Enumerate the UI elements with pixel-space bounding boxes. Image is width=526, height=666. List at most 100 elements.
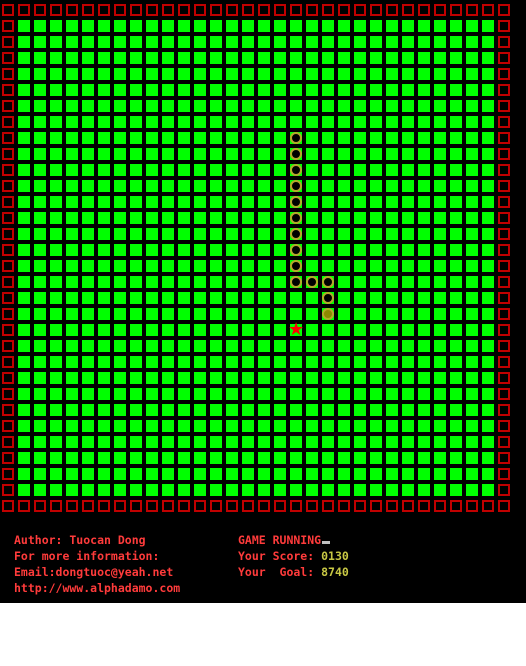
- floor-cell: [162, 356, 174, 368]
- floor-cell: [418, 52, 430, 64]
- wall-cell: [386, 4, 398, 16]
- floor-cell: [370, 436, 382, 448]
- floor-cell: [114, 20, 126, 32]
- floor-cell: [242, 228, 254, 240]
- floor-cell: [66, 148, 78, 160]
- floor-cell: [322, 356, 334, 368]
- floor-cell: [434, 196, 446, 208]
- floor-cell: [466, 276, 478, 288]
- floor-cell: [354, 196, 366, 208]
- floor-cell: [178, 436, 190, 448]
- website-link: http://www.alphadamo.com: [14, 581, 181, 595]
- floor-cell: [18, 52, 30, 64]
- floor-cell: [418, 132, 430, 144]
- snake-body-segment: [290, 180, 302, 192]
- floor-cell: [450, 292, 462, 304]
- floor-cell: [82, 484, 94, 496]
- floor-cell: [194, 116, 206, 128]
- floor-cell: [82, 132, 94, 144]
- floor-cell: [98, 436, 110, 448]
- floor-cell: [114, 484, 126, 496]
- floor-cell: [146, 324, 158, 336]
- floor-cell: [194, 148, 206, 160]
- floor-cell: [450, 388, 462, 400]
- floor-cell: [322, 484, 334, 496]
- floor-cell: [322, 212, 334, 224]
- floor-cell: [338, 292, 350, 304]
- wall-cell: [146, 500, 158, 512]
- floor-cell: [50, 196, 62, 208]
- wall-cell: [226, 500, 238, 512]
- wall-cell: [2, 276, 14, 288]
- floor-cell: [98, 244, 110, 256]
- floor-cell: [386, 100, 398, 112]
- floor-cell: [322, 404, 334, 416]
- floor-cell: [178, 468, 190, 480]
- floor-cell: [338, 100, 350, 112]
- floor-cell: [402, 372, 414, 384]
- floor-cell: [114, 132, 126, 144]
- floor-cell: [50, 228, 62, 240]
- floor-cell: [66, 308, 78, 320]
- floor-cell: [274, 404, 286, 416]
- floor-cell: [226, 404, 238, 416]
- floor-cell: [194, 180, 206, 192]
- floor-cell: [386, 132, 398, 144]
- floor-cell: [418, 180, 430, 192]
- floor-cell: [130, 404, 142, 416]
- snake-body-segment: [290, 260, 302, 272]
- floor-cell: [322, 84, 334, 96]
- floor-cell: [146, 372, 158, 384]
- floor-cell: [482, 68, 494, 80]
- floor-cell: [434, 132, 446, 144]
- floor-cell: [274, 36, 286, 48]
- floor-cell: [162, 308, 174, 320]
- wall-cell: [2, 388, 14, 400]
- floor-cell: [242, 132, 254, 144]
- email-text: Email:dongtuoc@yeah.net: [14, 565, 174, 579]
- floor-cell: [82, 404, 94, 416]
- floor-cell: [82, 148, 94, 160]
- floor-cell: [274, 356, 286, 368]
- floor-cell: [210, 132, 222, 144]
- floor-cell: [434, 180, 446, 192]
- floor-cell: [146, 164, 158, 176]
- floor-cell: [402, 212, 414, 224]
- floor-cell: [258, 484, 270, 496]
- floor-cell: [18, 260, 30, 272]
- floor-cell: [210, 196, 222, 208]
- floor-cell: [306, 116, 318, 128]
- floor-cell: [274, 196, 286, 208]
- floor-cell: [418, 388, 430, 400]
- floor-cell: [242, 196, 254, 208]
- floor-cell: [178, 148, 190, 160]
- floor-cell: [418, 436, 430, 448]
- floor-cell: [162, 436, 174, 448]
- floor-cell: [402, 292, 414, 304]
- floor-cell: [450, 324, 462, 336]
- floor-cell: [130, 372, 142, 384]
- floor-cell: [242, 260, 254, 272]
- floor-cell: [242, 148, 254, 160]
- floor-cell: [322, 372, 334, 384]
- floor-cell: [226, 468, 238, 480]
- floor-cell: [130, 276, 142, 288]
- floor-cell: [274, 308, 286, 320]
- floor-cell: [210, 388, 222, 400]
- floor-cell: [274, 260, 286, 272]
- floor-cell: [130, 68, 142, 80]
- floor-cell: [306, 420, 318, 432]
- floor-cell: [162, 340, 174, 352]
- score-label: Your Score:: [238, 549, 315, 563]
- floor-cell: [82, 372, 94, 384]
- floor-cell: [450, 164, 462, 176]
- floor-cell: [50, 148, 62, 160]
- game-board[interactable]: ★: [0, 0, 526, 522]
- wall-cell: [50, 500, 62, 512]
- floor-cell: [258, 468, 270, 480]
- wall-cell: [498, 116, 510, 128]
- snake-body-segment: [306, 276, 318, 288]
- floor-cell: [114, 292, 126, 304]
- floor-cell: [114, 452, 126, 464]
- floor-cell: [434, 372, 446, 384]
